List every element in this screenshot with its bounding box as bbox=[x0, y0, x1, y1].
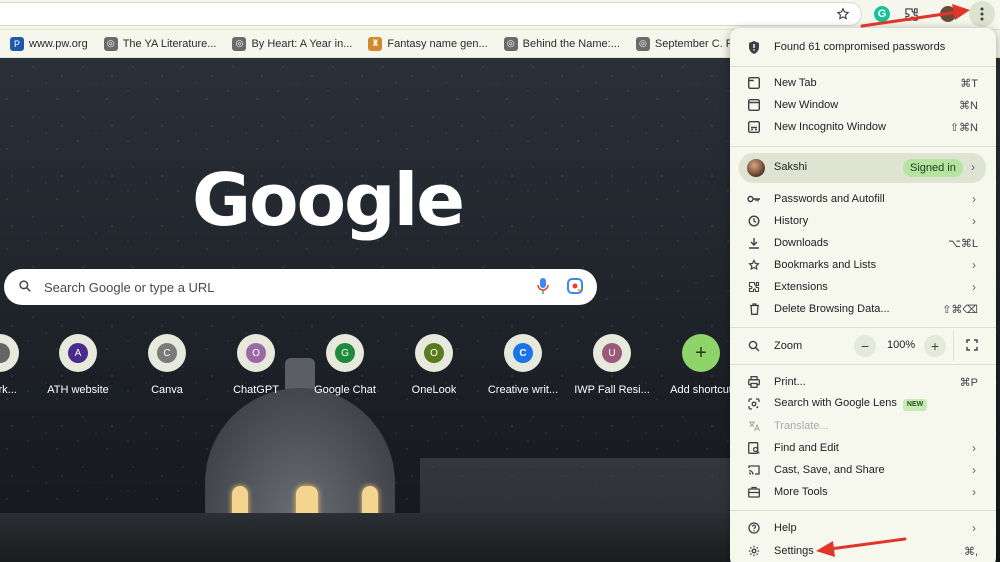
annotation-arrows bbox=[816, 4, 970, 557]
arrow-to-menu-button bbox=[860, 4, 970, 28]
arrow-to-settings bbox=[816, 537, 907, 557]
